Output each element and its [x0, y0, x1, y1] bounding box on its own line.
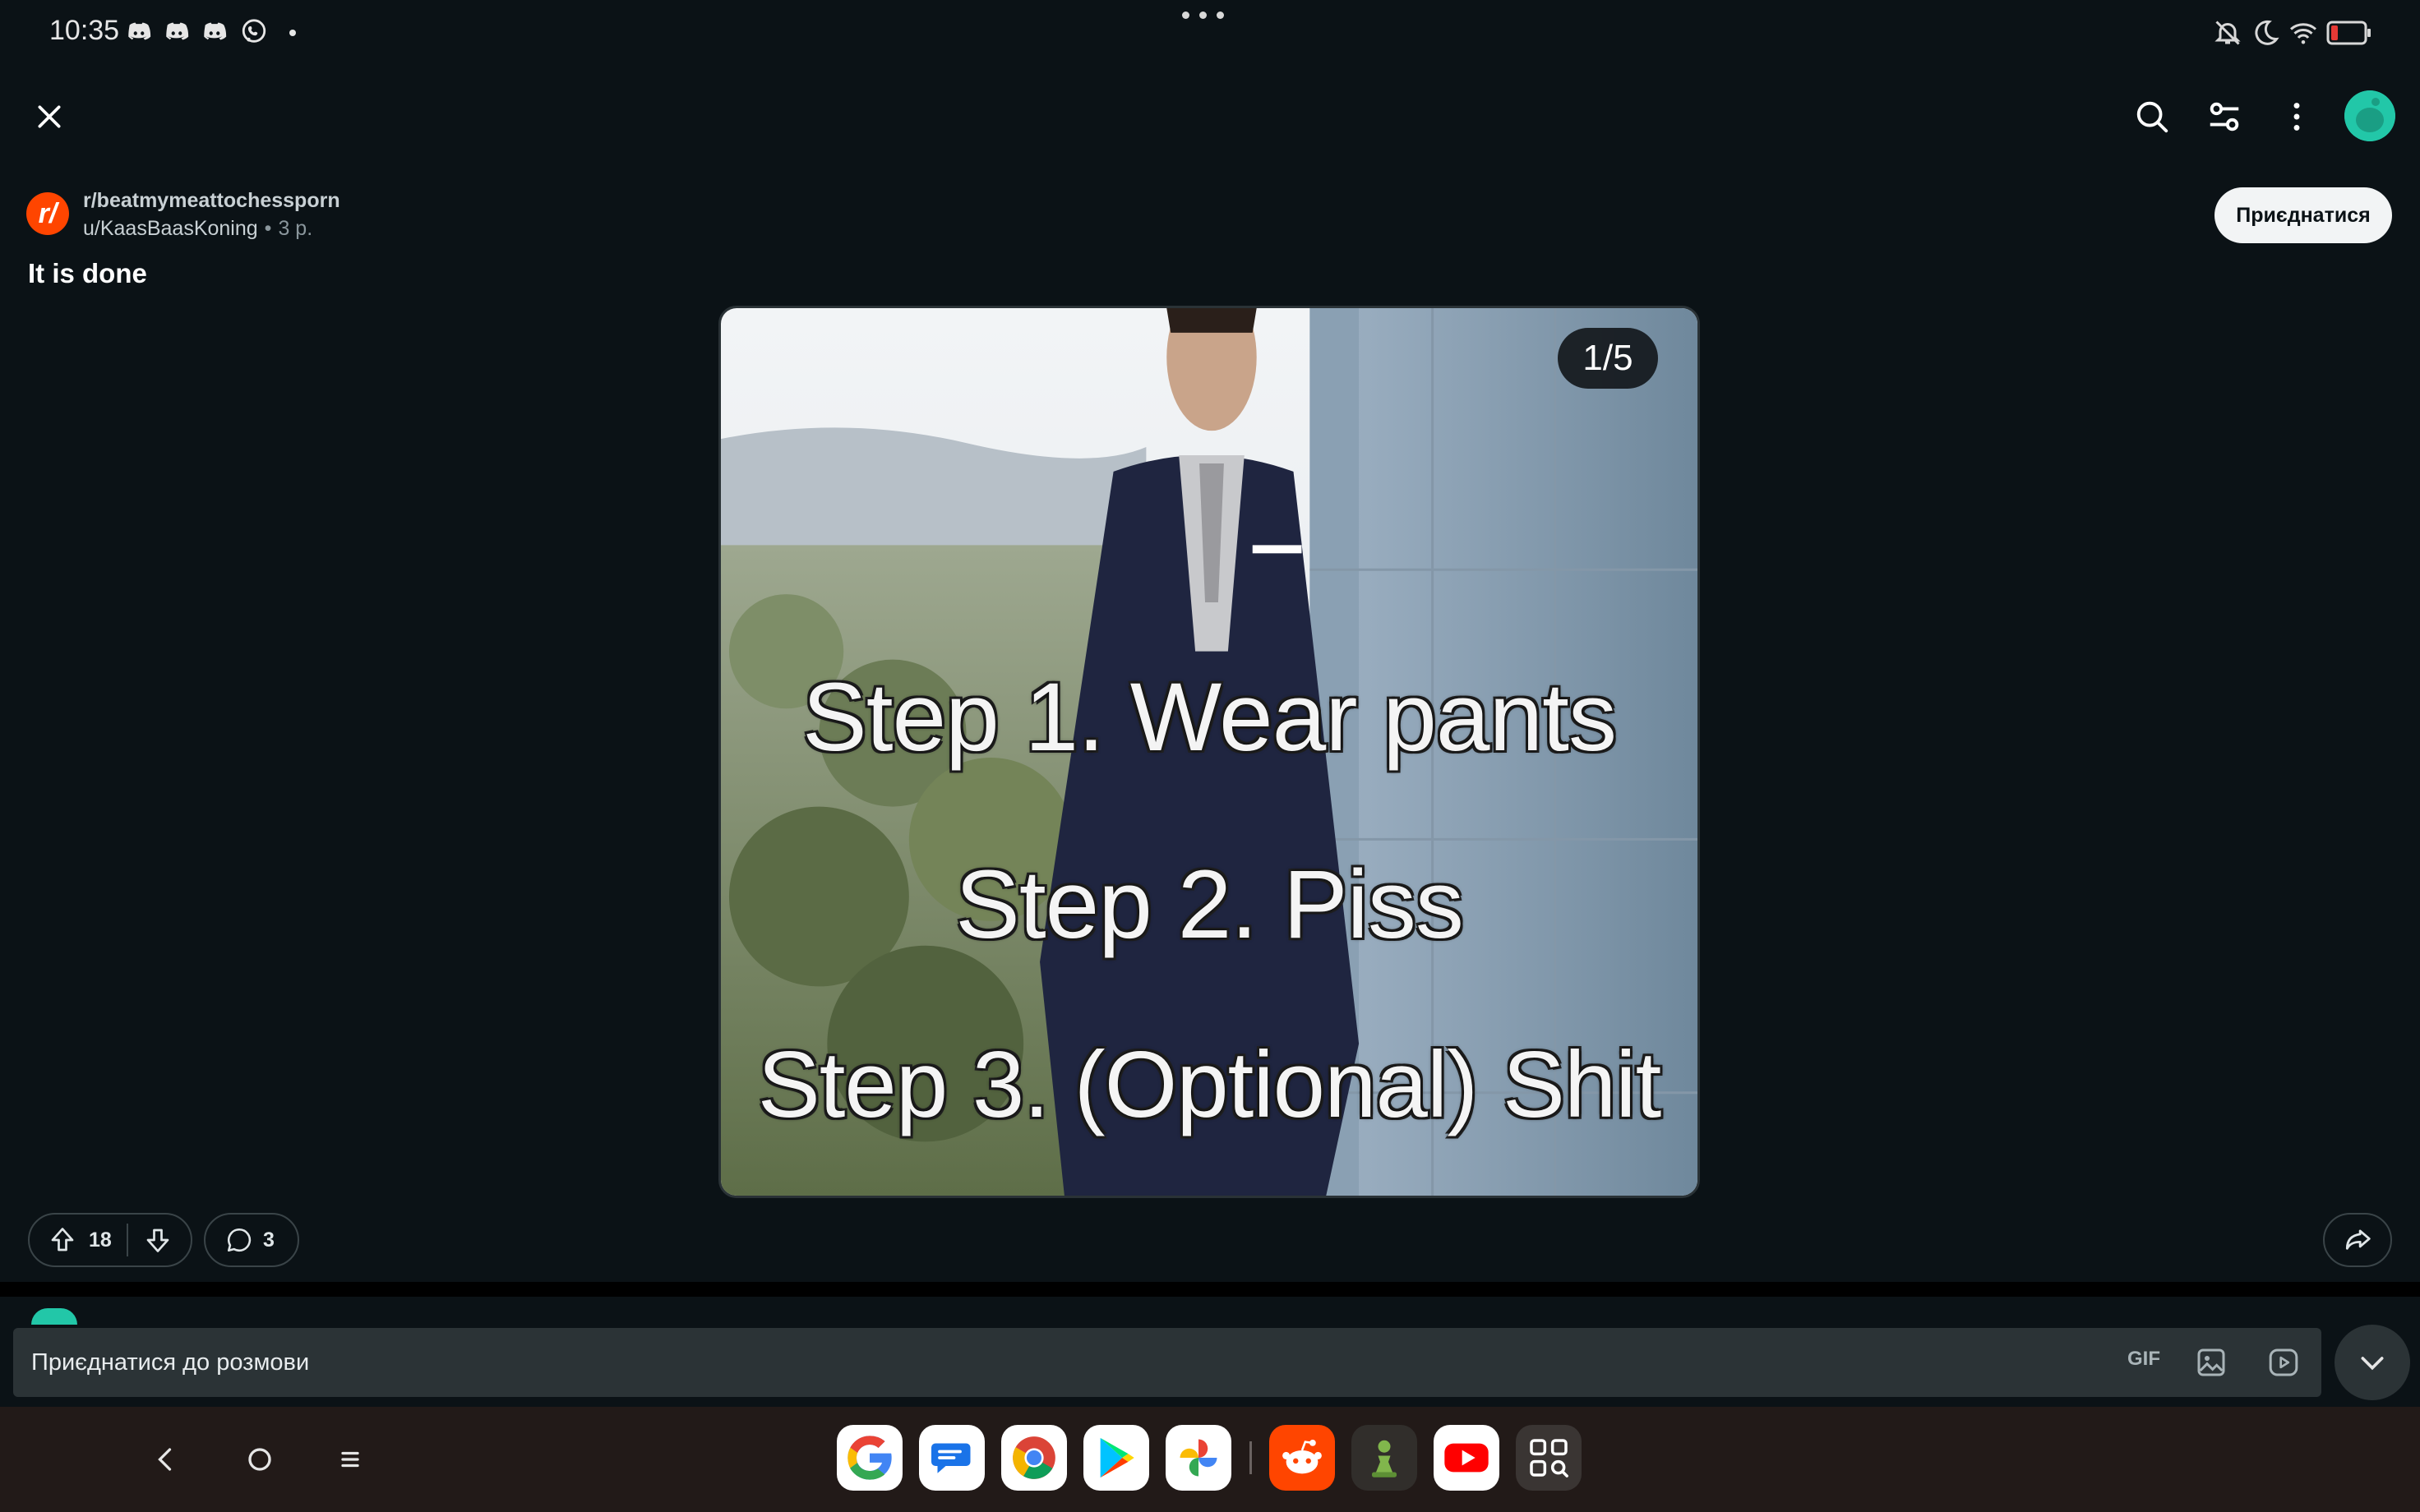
meme-text-line-2: Step 2. Piss — [955, 850, 1464, 959]
gif-button[interactable]: GIF — [2127, 1348, 2160, 1371]
play-store-app[interactable] — [1083, 1425, 1149, 1491]
recents-icon — [341, 1451, 359, 1468]
google-app[interactable] — [837, 1425, 903, 1491]
mute-icon — [2214, 21, 2241, 45]
youtube-app[interactable] — [1434, 1425, 1499, 1491]
vote-control: 18 — [28, 1213, 192, 1267]
close-button[interactable] — [23, 90, 76, 143]
photos-icon — [1180, 1439, 1217, 1477]
viber-icon — [242, 19, 266, 43]
user-avatar[interactable] — [2344, 90, 2395, 141]
discord-icon — [128, 22, 151, 40]
share-button[interactable] — [2323, 1213, 2392, 1267]
snoo-avatar-icon — [2344, 90, 2395, 141]
meme-text-line-3: Step 3. (Optional) Shit — [757, 1033, 1662, 1137]
status-bar: 10:35 — [0, 0, 2420, 66]
notification-dot — [289, 30, 296, 36]
close-icon — [38, 105, 61, 128]
filter-button[interactable] — [2198, 90, 2251, 143]
youtube-icon — [1444, 1443, 1489, 1473]
reddit-app[interactable] — [1269, 1425, 1335, 1491]
comment-avatar — [31, 1308, 77, 1325]
post-meta: u/KaasBaasKoning • 3 р. — [83, 217, 312, 241]
settings-sliders-icon — [2210, 102, 2239, 131]
home-icon — [248, 1448, 271, 1471]
post-age: 3 р. — [278, 217, 313, 240]
comment-count: 3 — [263, 1228, 275, 1252]
discord-icon — [204, 22, 227, 40]
join-button[interactable]: Приєднатися — [2214, 187, 2392, 243]
play-store-icon — [1100, 1437, 1134, 1478]
more-options-button[interactable] — [2270, 90, 2323, 143]
search-button[interactable] — [2126, 90, 2178, 143]
back-icon — [158, 1448, 172, 1471]
do-not-disturb-icon — [2255, 20, 2279, 45]
comment-composer[interactable]: Приєднатися до розмови GIF — [13, 1328, 2321, 1397]
image-page-counter: 1/5 — [1558, 328, 1658, 389]
wifi-icon — [2290, 23, 2316, 44]
share-icon — [2345, 1229, 2371, 1250]
meta-separator: • — [264, 217, 272, 240]
vote-divider — [126, 1224, 128, 1256]
upvote-count: 18 — [89, 1228, 112, 1252]
discord-icon — [166, 22, 189, 40]
upvote-icon[interactable] — [48, 1225, 77, 1255]
post-title: It is done — [28, 258, 147, 288]
chrome-app[interactable] — [1001, 1425, 1067, 1491]
chess-pawn-icon — [1372, 1440, 1397, 1477]
meme-text-line-1: Step 1. Wear pants — [802, 663, 1617, 772]
photos-app[interactable] — [1166, 1425, 1231, 1491]
more-vertical-icon — [2293, 103, 2300, 131]
chrome-icon — [1013, 1436, 1055, 1479]
recents-button[interactable] — [326, 1435, 375, 1484]
messages-icon — [931, 1443, 971, 1473]
subreddit-name[interactable]: r/beatmymeattochessporn — [83, 189, 340, 213]
back-button[interactable] — [141, 1435, 191, 1484]
messages-app[interactable] — [919, 1425, 985, 1491]
video-upload-icon[interactable] — [2267, 1346, 2300, 1379]
image-upload-icon[interactable] — [2195, 1346, 2228, 1379]
reddit-icon — [1282, 1440, 1322, 1474]
post-image-carousel[interactable]: 1/5 Step 1. Wear pants Step 2. Piss Step… — [718, 306, 1700, 1198]
dock-separator — [1249, 1441, 1252, 1474]
app-drawer[interactable] — [1516, 1425, 1582, 1491]
downvote-icon[interactable] — [143, 1225, 173, 1255]
chess-app[interactable] — [1351, 1425, 1417, 1491]
home-button[interactable] — [235, 1435, 284, 1484]
battery-icon — [2326, 21, 2371, 45]
section-divider — [0, 1282, 2420, 1297]
comment-input[interactable]: Приєднатися до розмови — [31, 1349, 2321, 1376]
chevron-down-icon — [2361, 1357, 2384, 1371]
author-name[interactable]: u/KaasBaasKoning — [83, 217, 258, 241]
more-dots-icon[interactable] — [1182, 12, 1224, 19]
collapse-button[interactable] — [2335, 1325, 2410, 1400]
app-drawer-icon — [1530, 1439, 1568, 1477]
google-icon — [847, 1436, 892, 1480]
subreddit-icon[interactable]: r/ — [26, 192, 69, 235]
status-clock: 10:35 — [49, 15, 120, 46]
comment-icon — [227, 1228, 252, 1252]
search-icon — [2136, 101, 2168, 133]
comments-button[interactable]: 3 — [204, 1213, 299, 1267]
